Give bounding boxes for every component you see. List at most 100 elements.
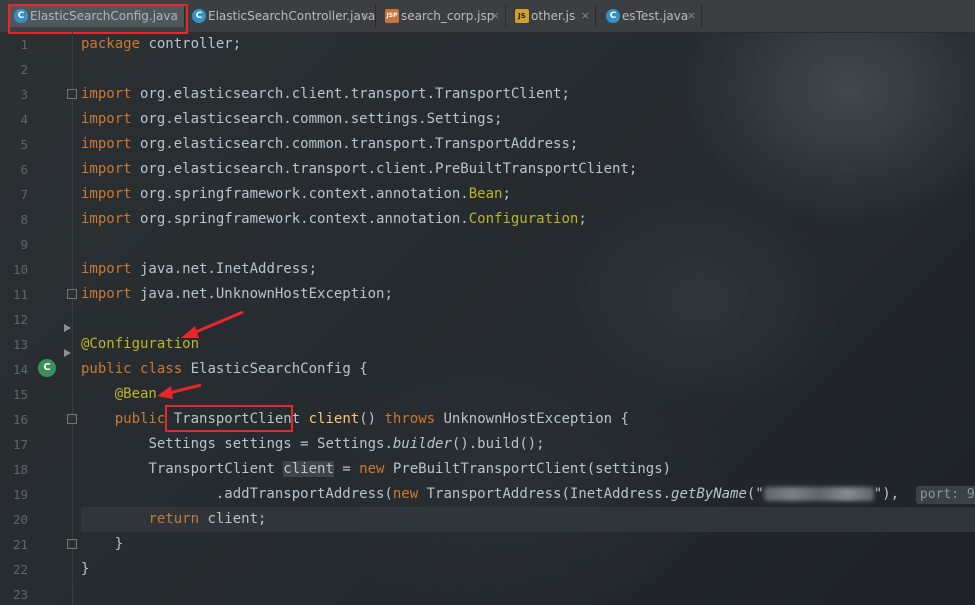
code-line-11: import java.net.UnknownHostException;: [81, 282, 393, 307]
java-test-icon: C: [606, 9, 620, 23]
annotation-name: Bean: [468, 186, 503, 202]
annotation: @Configuration: [81, 336, 200, 352]
code-line-6: import org.elasticsearch.transport.clien…: [81, 157, 637, 182]
code-line-3: import org.elasticsearch.client.transpor…: [81, 82, 570, 107]
code-text: org.elasticsearch.common.transport.Trans…: [131, 136, 579, 152]
variable-highlight: client: [283, 461, 334, 477]
keyword: import: [81, 136, 132, 152]
static-method: builder: [392, 436, 452, 452]
code-text: }: [114, 536, 124, 552]
js-file-icon: JS: [515, 9, 529, 23]
code-line-20: return client;: [81, 507, 975, 532]
line-number: 19: [12, 487, 28, 502]
fold-arrow-icon[interactable]: [64, 324, 71, 332]
code-text: =: [333, 461, 360, 477]
line-number-gutter: 1 2 3 4 5 6 7 8 9 10 11 12 13 14 15 16 1…: [0, 32, 77, 605]
annotation: @Bean: [114, 386, 157, 402]
code-text: (": [746, 486, 764, 502]
code-text: "),: [873, 486, 900, 502]
tab-other-js[interactable]: JS other.js ×: [511, 5, 596, 27]
keyword: throws: [384, 411, 436, 427]
tab-label: ElasticSearchController.java: [208, 9, 376, 23]
code-text: ().build();: [451, 436, 545, 452]
tab-elasticsearchcontroller[interactable]: C ElasticSearchController.java ×: [188, 5, 376, 27]
tab-estest[interactable]: C esTest.java ×: [602, 5, 702, 27]
code-text: ;: [578, 211, 587, 227]
close-icon[interactable]: ×: [170, 5, 179, 27]
code-text: controller;: [140, 36, 242, 52]
code-line-13: @Configuration: [81, 332, 199, 357]
code-text: org.springframework.context.annotation.: [131, 186, 469, 202]
code-line-4: import org.elasticsearch.common.settings…: [81, 107, 502, 132]
keyword: public: [114, 411, 166, 427]
code-text: PreBuiltTransportClient(settings): [384, 461, 672, 477]
code-line-18: TransportClient client = new PreBuiltTra…: [81, 457, 671, 482]
keyword: import: [81, 111, 132, 127]
method-name: client: [308, 411, 360, 427]
annotation-name: Configuration: [468, 211, 579, 227]
close-icon[interactable]: ×: [687, 5, 696, 27]
line-number: 6: [20, 162, 28, 177]
fold-arrow-icon[interactable]: [64, 349, 71, 357]
fold-marker-icon[interactable]: [67, 289, 77, 299]
code-text: ;: [502, 186, 511, 202]
code-text: client;: [199, 511, 267, 527]
return-type: TransportClient: [173, 411, 301, 427]
keyword: public: [81, 361, 132, 377]
line-number: 16: [12, 412, 28, 427]
line-number: 21: [12, 537, 28, 552]
keyword: import: [81, 211, 132, 227]
code-text: java.net.InetAddress;: [131, 261, 318, 277]
code-text: Settings settings = Settings.: [148, 436, 393, 452]
code-area[interactable]: package controller; import org.elasticse…: [81, 32, 975, 605]
line-number: 12: [12, 312, 28, 327]
fold-marker-icon[interactable]: [67, 414, 77, 424]
keyword: class: [140, 361, 183, 377]
hint-value: 9300: [966, 487, 975, 502]
close-icon[interactable]: ×: [361, 5, 370, 27]
keyword: return: [148, 511, 200, 527]
line-number: 5: [20, 137, 28, 152]
close-icon[interactable]: ×: [581, 5, 590, 27]
code-line-7: import org.springframework.context.annot…: [81, 182, 511, 207]
code-line-17: Settings settings = Settings.builder().b…: [81, 432, 545, 457]
line-number: 7: [20, 187, 28, 202]
code-text: .addTransportAddress(: [215, 486, 393, 502]
code-line-8: import org.springframework.context.annot…: [81, 207, 587, 232]
line-number: 22: [12, 562, 28, 577]
line-number: 3: [20, 87, 28, 102]
fold-marker-icon[interactable]: [67, 89, 77, 99]
code-text: org.elasticsearch.transport.client.PreBu…: [131, 161, 638, 177]
line-number: 1: [20, 37, 28, 52]
close-icon[interactable]: ×: [491, 5, 500, 27]
java-class-icon: C: [14, 9, 28, 23]
line-number: 20: [12, 512, 28, 527]
keyword: import: [81, 286, 132, 302]
spring-bean-gutter-icon[interactable]: C: [38, 359, 56, 377]
code-text: {: [350, 361, 368, 377]
tab-elasticsearchconfig[interactable]: C ElasticSearchConfig.java ×: [10, 5, 185, 27]
code-editor[interactable]: C ElasticSearchConfig.java × C ElasticSe…: [0, 0, 975, 605]
code-line-5: import org.elasticsearch.common.transpor…: [81, 132, 578, 157]
line-number: 4: [20, 112, 28, 127]
parameter-hint: port: 9300: [915, 486, 975, 504]
code-text: }: [81, 561, 90, 577]
exception-name: UnknownHostException: [443, 411, 613, 427]
tab-label: other.js: [531, 9, 576, 23]
tab-label: ElasticSearchConfig.java: [30, 9, 178, 23]
fold-marker-icon[interactable]: [67, 539, 77, 549]
line-number: 17: [12, 437, 28, 452]
code-text: TransportAddress(InetAddress.: [418, 486, 672, 502]
code-line-10: import java.net.InetAddress;: [81, 257, 317, 282]
code-text: TransportClient: [148, 461, 284, 477]
java-class-icon: C: [192, 9, 206, 23]
line-number: 11: [12, 287, 28, 302]
tab-search-corp-jsp[interactable]: JSP search_corp.jsp ×: [381, 5, 506, 27]
editor-tab-bar: C ElasticSearchConfig.java × C ElasticSe…: [0, 0, 975, 33]
jsp-file-icon: JSP: [385, 9, 399, 23]
line-number: 8: [20, 212, 28, 227]
keyword: import: [81, 161, 132, 177]
code-line-19: .addTransportAddress(new TransportAddres…: [81, 482, 975, 507]
code-text: java.net.UnknownHostException;: [131, 286, 393, 302]
line-number: 14: [12, 362, 28, 377]
